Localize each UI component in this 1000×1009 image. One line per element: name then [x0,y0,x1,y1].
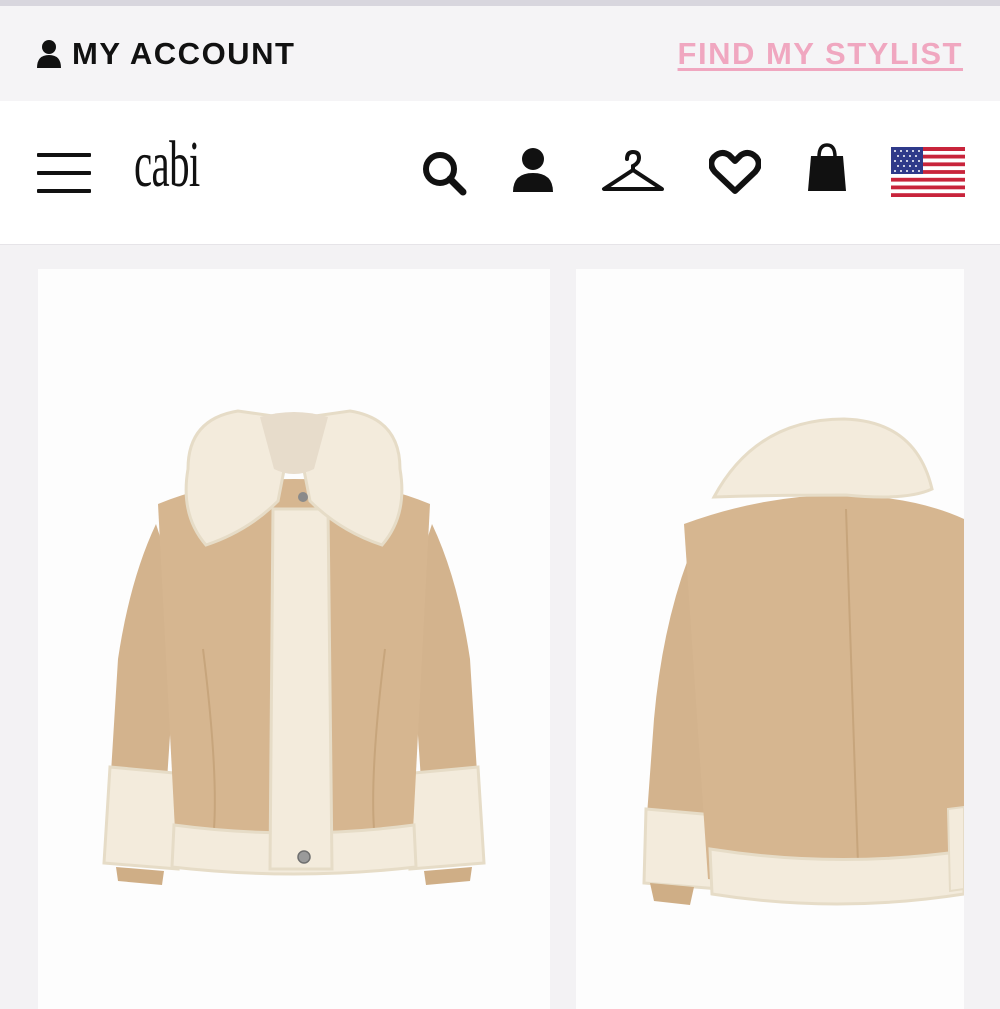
us-flag-icon[interactable] [891,147,965,197]
find-my-stylist-link[interactable]: FIND MY STYLIST [678,34,963,74]
heart-icon[interactable] [709,149,761,195]
product-image-front[interactable] [38,269,550,1009]
jacket-front-image [102,409,486,885]
jacket-back-image [642,417,964,906]
menu-icon[interactable] [37,153,91,193]
utility-bar: MY ACCOUNT FIND MY STYLIST [0,6,1000,101]
my-account-label: MY ACCOUNT [72,36,296,71]
search-icon[interactable] [420,149,468,197]
product-gallery [0,245,1000,1009]
hanger-icon[interactable] [600,149,666,195]
shopping-bag-icon[interactable] [806,141,848,193]
product-image-back[interactable] [576,269,964,1009]
logo[interactable]: cabi [134,115,200,215]
site-header: cabi [0,101,1000,245]
account-icon[interactable] [512,147,554,193]
my-account-link[interactable]: MY ACCOUNT [36,34,295,74]
user-icon [37,40,61,68]
